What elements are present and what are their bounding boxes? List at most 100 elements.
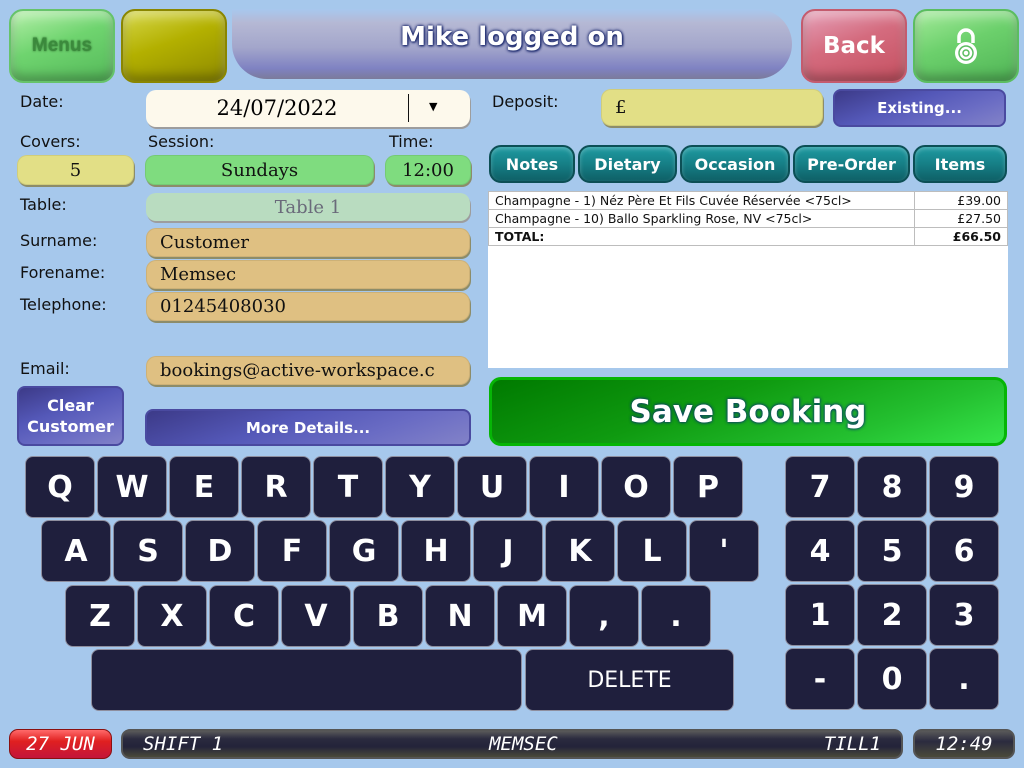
- deposit-field[interactable]: £: [601, 89, 823, 126]
- date-label: Date:: [20, 92, 64, 111]
- key-h[interactable]: H: [401, 520, 471, 582]
- numpad-key-2[interactable]: 2: [857, 584, 927, 646]
- telephone-label: Telephone:: [20, 295, 107, 314]
- table-field[interactable]: Table 1: [146, 193, 470, 221]
- key-b[interactable]: B: [353, 585, 423, 647]
- key-comma[interactable]: ,: [569, 585, 639, 647]
- status-till: TILL1: [823, 733, 881, 755]
- numpad-key-9[interactable]: 9: [929, 456, 999, 518]
- clear-customer-label-line1: Clear: [47, 396, 94, 415]
- surname-label: Surname:: [20, 231, 98, 250]
- status-bar: SHIFT 1 MEMSEC TILL1: [121, 729, 903, 759]
- key-o[interactable]: O: [601, 456, 671, 518]
- key-y[interactable]: Y: [385, 456, 455, 518]
- key-g[interactable]: G: [329, 520, 399, 582]
- key-q[interactable]: Q: [25, 456, 95, 518]
- key-j[interactable]: J: [473, 520, 543, 582]
- items-table: Champagne - 1) Néz Père Et Fils Cuvée Ré…: [488, 191, 1008, 246]
- telephone-field[interactable]: 01245408030: [146, 292, 470, 321]
- item-price: £39.00: [914, 191, 1008, 210]
- tab-dietary[interactable]: Dietary: [578, 145, 677, 183]
- key-e[interactable]: E: [169, 456, 239, 518]
- key-x[interactable]: X: [137, 585, 207, 647]
- status-user: MEMSEC: [489, 733, 558, 755]
- forename-label: Forename:: [20, 263, 106, 282]
- date-separator: [408, 94, 409, 122]
- status-time: 12:49: [913, 729, 1015, 759]
- numpad-key-6[interactable]: 6: [929, 520, 999, 582]
- tab-pre-order[interactable]: Pre-Order: [793, 145, 910, 183]
- tab-occasion[interactable]: Occasion: [680, 145, 790, 183]
- numpad-key-8[interactable]: 8: [857, 456, 927, 518]
- tab-items[interactable]: Items: [913, 145, 1007, 183]
- numpad-key-3[interactable]: 3: [929, 584, 999, 646]
- numpad-key-5[interactable]: 5: [857, 520, 927, 582]
- numpad-key-7[interactable]: 7: [785, 456, 855, 518]
- date-value: 24/07/2022: [216, 96, 338, 120]
- key-l[interactable]: L: [617, 520, 687, 582]
- clear-customer-label-line2: Customer: [27, 417, 114, 436]
- key-m[interactable]: M: [497, 585, 567, 647]
- dropdown-arrow-icon[interactable]: ▼: [429, 100, 437, 113]
- key-delete[interactable]: DELETE: [525, 649, 734, 711]
- key-u[interactable]: U: [457, 456, 527, 518]
- back-button-label: Back: [823, 33, 885, 59]
- key-f[interactable]: F: [257, 520, 327, 582]
- key-w[interactable]: W: [97, 456, 167, 518]
- key-k[interactable]: K: [545, 520, 615, 582]
- clear-customer-button[interactable]: Clear Customer: [17, 386, 124, 446]
- deposit-label: Deposit:: [492, 92, 559, 111]
- status-date: 27 JUN: [9, 729, 112, 759]
- page-title: Mike logged on: [400, 22, 624, 52]
- table-row[interactable]: Champagne - 1) Néz Père Et Fils Cuvée Ré…: [488, 191, 1008, 210]
- date-picker[interactable]: 24/07/2022 ▼: [146, 90, 470, 127]
- numpad-key-decimal[interactable]: .: [929, 648, 999, 710]
- tab-notes[interactable]: Notes: [489, 145, 575, 183]
- blank-function-button[interactable]: [121, 9, 227, 83]
- table-label: Table:: [20, 195, 67, 214]
- key-a[interactable]: A: [41, 520, 111, 582]
- key-s[interactable]: S: [113, 520, 183, 582]
- total-value: £66.50: [914, 227, 1008, 246]
- key-r[interactable]: R: [241, 456, 311, 518]
- key-t[interactable]: T: [313, 456, 383, 518]
- key-n[interactable]: N: [425, 585, 495, 647]
- save-booking-button[interactable]: Save Booking: [489, 377, 1007, 446]
- covers-field[interactable]: 5: [17, 155, 134, 185]
- item-name: Champagne - 1) Néz Père Et Fils Cuvée Ré…: [488, 191, 915, 210]
- status-shift: SHIFT 1: [143, 733, 224, 755]
- surname-field[interactable]: Customer: [146, 228, 470, 257]
- email-field[interactable]: bookings@active-workspace.c: [146, 356, 470, 385]
- key-z[interactable]: Z: [65, 585, 135, 647]
- numpad-key-0[interactable]: 0: [857, 648, 927, 710]
- key-apostrophe[interactable]: ': [689, 520, 759, 582]
- numpad-key-minus[interactable]: -: [785, 648, 855, 710]
- key-space[interactable]: [91, 649, 522, 711]
- padlock-icon: [955, 28, 977, 64]
- menus-button[interactable]: Menus: [9, 9, 115, 83]
- key-v[interactable]: V: [281, 585, 351, 647]
- forename-field[interactable]: Memsec: [146, 260, 470, 289]
- total-label: TOTAL:: [488, 227, 915, 246]
- table-row[interactable]: Champagne - 10) Ballo Sparkling Rose, NV…: [488, 209, 1008, 228]
- lock-button[interactable]: [913, 9, 1019, 83]
- existing-deposit-button[interactable]: Existing...: [833, 89, 1006, 127]
- save-booking-label: Save Booking: [629, 393, 867, 430]
- key-i[interactable]: I: [529, 456, 599, 518]
- numpad-key-4[interactable]: 4: [785, 520, 855, 582]
- email-label: Email:: [20, 359, 70, 378]
- key-period[interactable]: .: [641, 585, 711, 647]
- item-price: £27.50: [914, 209, 1008, 228]
- numpad-key-1[interactable]: 1: [785, 584, 855, 646]
- key-p[interactable]: P: [673, 456, 743, 518]
- time-label: Time:: [389, 132, 434, 151]
- total-row: TOTAL: £66.50: [488, 227, 1008, 246]
- time-field[interactable]: 12:00: [385, 155, 471, 185]
- more-details-button[interactable]: More Details...: [145, 409, 471, 446]
- items-list[interactable]: Champagne - 1) Néz Père Et Fils Cuvée Ré…: [488, 191, 1008, 368]
- key-c[interactable]: C: [209, 585, 279, 647]
- back-button[interactable]: Back: [801, 9, 907, 83]
- key-d[interactable]: D: [185, 520, 255, 582]
- item-name: Champagne - 10) Ballo Sparkling Rose, NV…: [488, 209, 915, 228]
- session-field[interactable]: Sundays: [145, 155, 374, 185]
